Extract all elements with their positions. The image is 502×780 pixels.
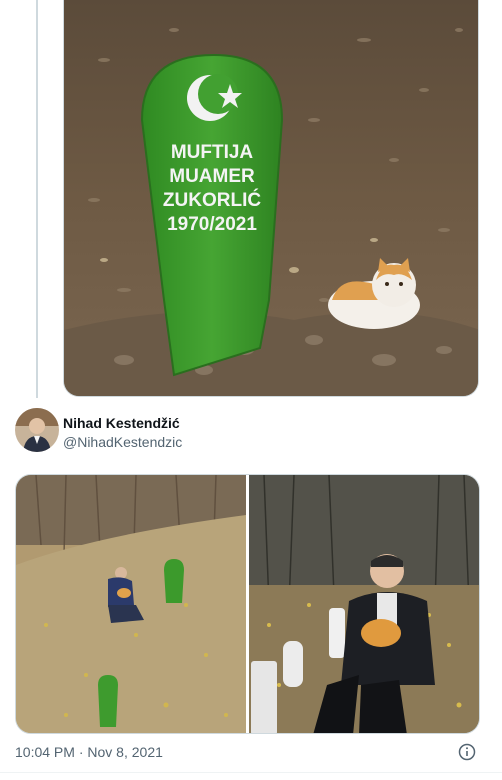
tweet-author[interactable]: Nihad Kestendžić @NihadKestendzic bbox=[15, 408, 487, 456]
media-photo-man-holding-cat[interactable] bbox=[249, 475, 479, 733]
marker-text-line4: 1970/2021 bbox=[167, 214, 257, 235]
tweet-media-grid bbox=[15, 474, 480, 734]
author-handle[interactable]: @NihadKestendzic bbox=[63, 434, 182, 450]
marker-text-line2: MUAMER bbox=[169, 166, 255, 187]
info-icon[interactable] bbox=[458, 743, 476, 761]
tweet-timestamp-link[interactable]: 10:04 PM · Nov 8, 2021 bbox=[15, 744, 163, 760]
author-name[interactable]: Nihad Kestendžić bbox=[63, 415, 180, 431]
marker-text-line1: MUFTIJA bbox=[171, 142, 254, 163]
avatar[interactable] bbox=[15, 408, 59, 452]
media-photo-man-with-cat-hillside[interactable] bbox=[16, 475, 246, 733]
marker-text-line3: ZUKORLIĆ bbox=[163, 189, 261, 211]
footer-divider bbox=[0, 772, 502, 773]
timestamp-separator: · bbox=[78, 744, 84, 760]
tweet-date: Nov 8, 2021 bbox=[87, 744, 163, 760]
thread-connector-line bbox=[36, 0, 38, 398]
tweet-footer: 10:04 PM · Nov 8, 2021 bbox=[15, 743, 480, 763]
tweet-time: 10:04 PM bbox=[15, 744, 75, 760]
tweet-photo-grave-marker[interactable]: MUFTIJA MUAMER ZUKORLIĆ 1970/2021 bbox=[63, 0, 479, 397]
